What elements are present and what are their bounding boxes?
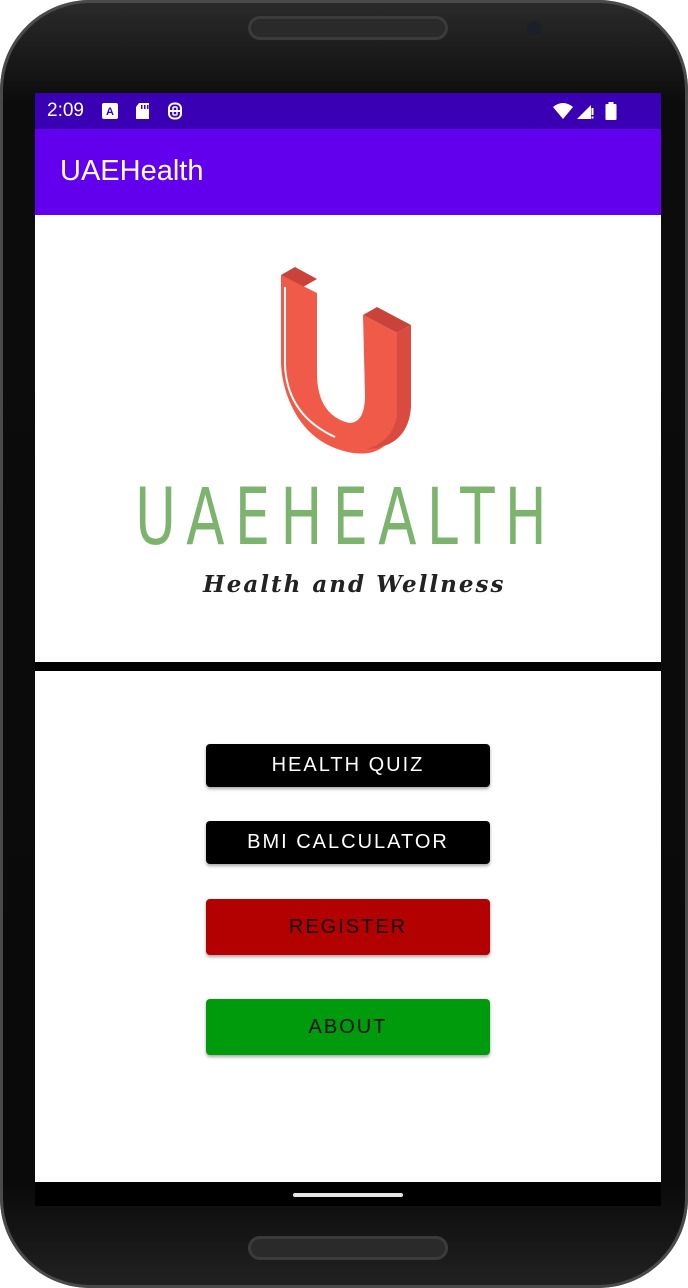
- health-quiz-button[interactable]: HEALTH QUIZ: [206, 744, 490, 787]
- app-title: UAEHealth: [60, 155, 204, 187]
- sd-card-icon: [136, 103, 149, 119]
- about-button[interactable]: ABOUT: [206, 999, 490, 1055]
- front-camera: [527, 22, 541, 36]
- wifi-icon: [553, 103, 573, 119]
- u-logo-mark-icon: [281, 267, 411, 454]
- logo-panel: UAEHEALTH Health and Wellness: [35, 215, 661, 662]
- status-bar: 2:09 A: [35, 93, 661, 129]
- app-bar: UAEHealth: [35, 129, 661, 215]
- top-speaker: [248, 16, 448, 40]
- home-gesture-handle[interactable]: [293, 1193, 403, 1197]
- menu-content: HEALTH QUIZ BMI CALCULATOR REGISTER ABOU…: [35, 671, 661, 1182]
- logo-wordmark: UAEHEALTH: [135, 473, 557, 563]
- battery-icon: [605, 102, 617, 120]
- accessibility-a-icon: A: [102, 103, 118, 119]
- bottom-speaker: [248, 1236, 448, 1260]
- svg-text:A: A: [106, 106, 114, 118]
- signal-icon: [577, 105, 594, 119]
- sim-circle-icon: [168, 102, 182, 120]
- logo-tagline: Health and Wellness: [203, 571, 506, 598]
- section-divider: [35, 662, 661, 671]
- bmi-calculator-button[interactable]: BMI CALCULATOR: [206, 821, 490, 864]
- device-screen: 2:09 A UAEHealth UAEHEALTH Health and We…: [35, 93, 661, 1206]
- register-button[interactable]: REGISTER: [206, 899, 490, 955]
- status-time: 2:09: [47, 100, 84, 121]
- phone-frame: 2:09 A UAEHealth UAEHEALTH Health and We…: [0, 0, 688, 1288]
